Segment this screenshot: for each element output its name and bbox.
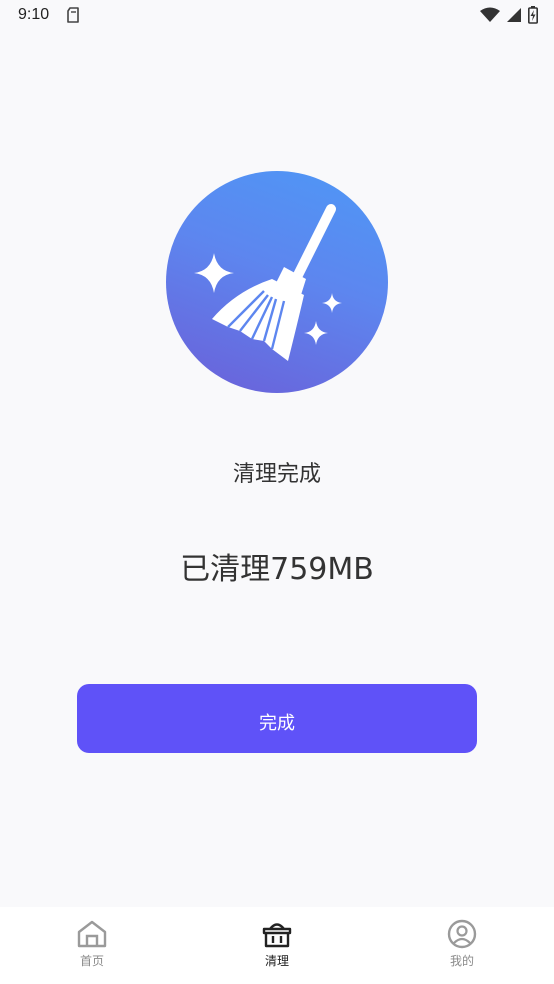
tab-clean[interactable]: 清理 bbox=[232, 919, 322, 969]
tab-profile[interactable]: 我的 bbox=[417, 919, 507, 969]
tab-profile-label: 我的 bbox=[449, 954, 474, 968]
bottom-tab-bar: 首页 清理 我的 bbox=[0, 907, 554, 984]
status-icons bbox=[480, 6, 538, 24]
hero-circle bbox=[166, 171, 388, 393]
home-icon bbox=[77, 920, 107, 948]
done-button[interactable]: 完成 bbox=[77, 684, 477, 753]
cleaned-amount: 已清理759MB bbox=[180, 552, 374, 587]
tab-clean-label: 清理 bbox=[264, 954, 289, 968]
tab-home[interactable]: 首页 bbox=[47, 919, 137, 969]
status-time: 9:10 bbox=[18, 6, 50, 23]
tab-home-label: 首页 bbox=[79, 954, 104, 968]
status-bar: 9:10 bbox=[0, 0, 554, 32]
signal-icon bbox=[507, 8, 521, 22]
broom-icon bbox=[194, 204, 342, 361]
clean-basket-icon bbox=[262, 923, 292, 948]
profile-icon bbox=[447, 919, 477, 949]
clean-complete-title: 清理完成 bbox=[232, 462, 321, 487]
sd-card-icon bbox=[67, 7, 79, 23]
done-button-label: 完成 bbox=[259, 712, 295, 734]
battery-icon bbox=[528, 6, 538, 24]
wifi-icon bbox=[480, 7, 500, 22]
